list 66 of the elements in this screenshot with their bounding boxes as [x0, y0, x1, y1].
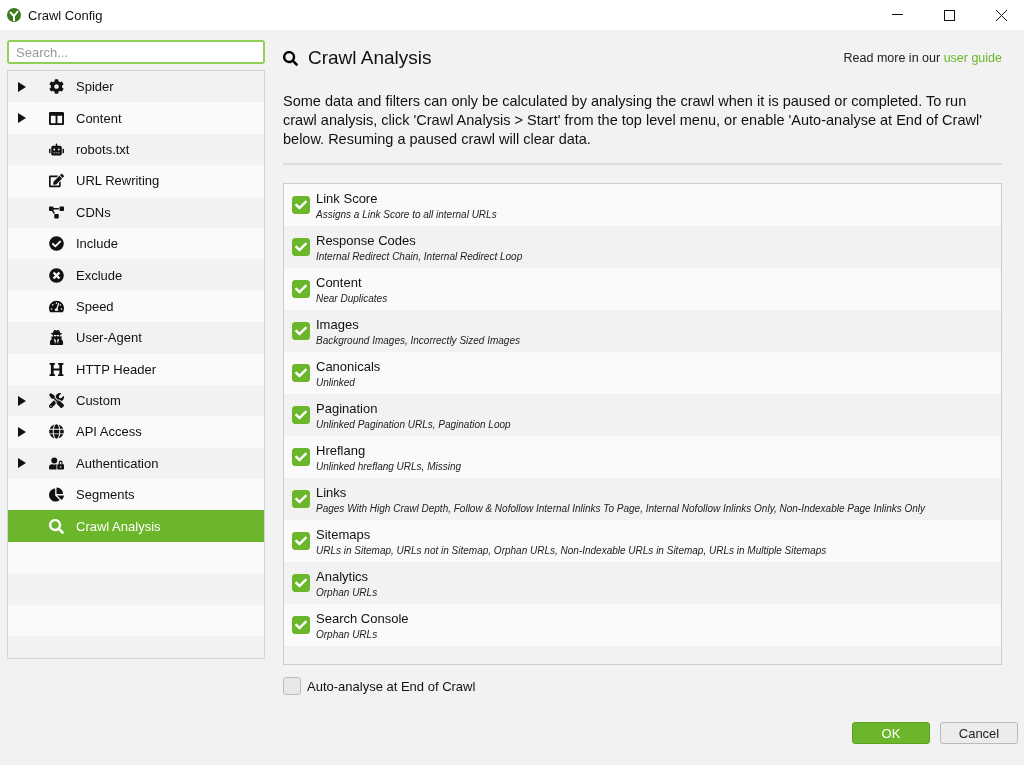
option-label: Analytics [316, 568, 370, 584]
checkbox[interactable] [292, 238, 310, 256]
option-label: Search Console [316, 610, 409, 626]
expand-arrow-icon[interactable] [18, 113, 26, 124]
option-label: Hreflang [316, 442, 367, 458]
option-detail: Assigns a Link Score to all internal URLs [316, 208, 497, 220]
guide-text: Read more in our user guide [843, 51, 1002, 65]
item-label: Include [76, 236, 118, 252]
checkbox[interactable] [292, 280, 310, 298]
item-label: URL Rewriting [76, 173, 160, 189]
checkbox[interactable] [292, 364, 310, 382]
checkbox[interactable] [292, 196, 310, 214]
search-field[interactable]: Search... [7, 40, 265, 64]
checkbox[interactable] [292, 406, 310, 424]
checkbox[interactable] [292, 574, 310, 592]
item-label: CDNs [76, 204, 111, 220]
close-icon[interactable] [995, 9, 1007, 21]
expand-arrow-icon[interactable] [18, 458, 26, 469]
item-label: Authentication [76, 455, 159, 471]
option-label: Canonicals [316, 358, 381, 374]
option-detail: Unlinked hreflang URLs, Missing [316, 460, 462, 472]
item-label: Custom [76, 393, 121, 409]
option-detail: Unlinked [316, 376, 356, 388]
checkbox[interactable] [292, 616, 310, 634]
search-icon [283, 50, 298, 66]
expand-arrow-icon[interactable] [18, 427, 26, 437]
option-detail: Orphan URLs [316, 628, 379, 640]
option-label: Response Codes [316, 232, 417, 248]
minimize-icon[interactable] [891, 14, 903, 16]
panel-title: Crawl Analysis [308, 47, 433, 69]
dialog-button[interactable]: Cancel [940, 722, 1018, 744]
checkbox[interactable] [292, 490, 310, 508]
expand-arrow-icon[interactable] [18, 395, 26, 406]
option-detail: Pages With High Crawl Depth, Follow & Nofollow Internal Inlinks To Page, Internal Nofollow Inlinks Only, Non-Indexable Page Inlinks Only [316, 502, 926, 514]
item-label: Content [76, 110, 122, 126]
item-label: Exclude [76, 267, 123, 283]
option-detail: URLs in Sitemap, URLs not in Sitemap, Orphan URLs, Non-Indexable URLs in Sitemap, URLs in Multiple Sitemaps [316, 544, 827, 556]
option-label: Content [316, 274, 363, 290]
option-label: Link Score [316, 190, 379, 206]
checkbox[interactable] [292, 532, 310, 550]
item-label: Crawl Analysis [76, 518, 161, 534]
option-label: Images [316, 316, 360, 332]
window-title: Crawl Config [28, 7, 104, 23]
item-label: Speed [76, 298, 114, 314]
checkbox-label: Auto-analyse at End of Crawl [307, 678, 476, 694]
option-detail: Internal Redirect Chain, Internal Redirect Loop [316, 250, 523, 262]
option-detail: Background Images, Incorrectly Sized Images [316, 334, 520, 346]
checkbox[interactable] [292, 322, 310, 340]
option-label: Links [316, 484, 348, 500]
expand-arrow-icon[interactable] [18, 81, 26, 92]
item-label: Segments [76, 487, 135, 503]
option-label: Pagination [316, 400, 379, 416]
item-label: HTTP Header [76, 361, 156, 377]
item-label: robots.txt [76, 141, 130, 157]
option-detail: Orphan URLs [316, 586, 378, 598]
checkbox[interactable] [283, 677, 301, 695]
item-label: Spider [76, 79, 114, 95]
description-text: Some data and filters can only be calculated by analysing the crawl when it is paused or completed. To run crawl analysis, click 'Crawl Analysis > Start' from the top level menu, or enable 'Auto-analyse at End of Crawl' below. Resuming a paused crawl will clear data. [283, 92, 983, 149]
maximize-icon[interactable] [943, 9, 955, 21]
option-detail: Unlinked Pagination URLs, Pagination Loop [316, 418, 511, 430]
item-label: API Access [76, 424, 142, 440]
item-label: User-Agent [76, 330, 142, 346]
checkbox[interactable] [292, 448, 310, 466]
option-detail: Near Duplicates [316, 292, 388, 304]
option-label: Sitemaps [316, 526, 372, 542]
app-logo-icon [6, 7, 22, 23]
